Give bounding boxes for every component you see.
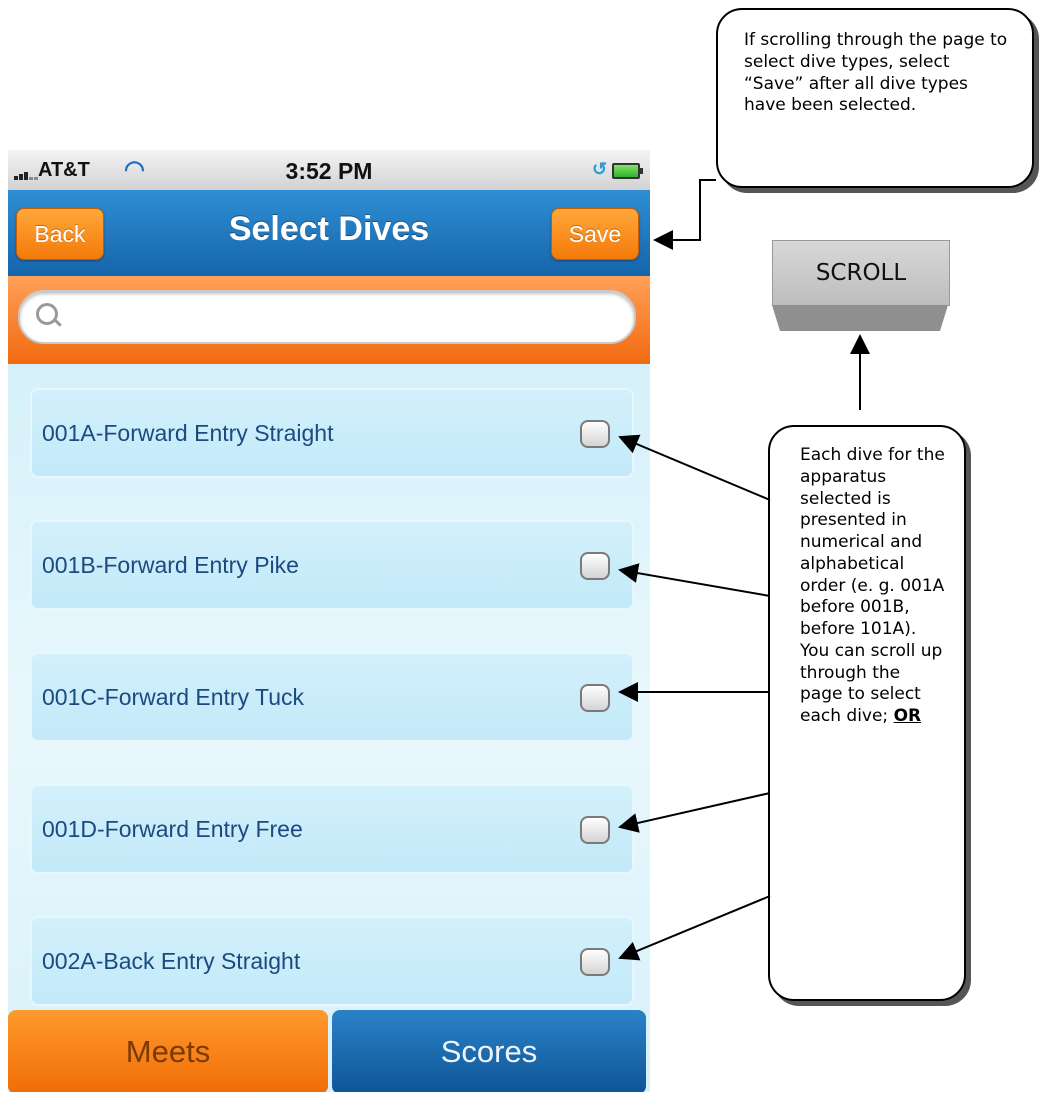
save-callout-text: If scrolling through the page to select … <box>744 30 1008 116</box>
dive-checkbox[interactable] <box>580 816 610 844</box>
scroll-label: SCROLL <box>772 240 950 306</box>
save-arrow <box>653 179 716 250</box>
dive-row[interactable]: 001A-Forward Entry Straight <box>30 388 634 478</box>
search-input[interactable] <box>70 300 614 334</box>
search-bar <box>8 276 650 364</box>
navigation-bar: Back Select Dives Save <box>8 190 650 276</box>
battery-icon <box>612 163 643 179</box>
scroll-callout-emphasis: OR <box>893 706 922 726</box>
dive-row[interactable]: 001C-Forward Entry Tuck <box>30 652 634 742</box>
phone-screen: AT&T ◠ 3:52 PM ↺ Back Select Dives Save … <box>8 150 650 1092</box>
dive-row[interactable]: 001D-Forward Entry Free <box>30 784 634 874</box>
dive-row[interactable]: 002A-Back Entry Straight <box>30 916 634 1006</box>
tab-scores[interactable]: Scores <box>332 1010 646 1092</box>
scroll-callout: Each dive for the apparatus selected is … <box>768 425 966 1001</box>
search-field[interactable] <box>18 290 636 344</box>
dive-row[interactable]: 001B-Forward Entry Pike <box>30 520 634 610</box>
dive-checkbox[interactable] <box>580 948 610 976</box>
dive-checkbox[interactable] <box>580 684 610 712</box>
save-button[interactable]: Save <box>551 208 639 260</box>
status-time: 3:52 PM <box>285 158 373 184</box>
scroll-bevel <box>772 305 948 331</box>
status-bar: AT&T ◠ 3:52 PM ↺ <box>8 150 650 190</box>
sync-icon: ↺ <box>592 159 608 179</box>
scroll-callout-body: Each dive for the apparatus selected is … <box>770 427 964 728</box>
scroll-callout-text: Each dive for the apparatus selected is … <box>800 445 945 726</box>
save-callout: If scrolling through the page to select … <box>716 8 1034 188</box>
dive-checkbox[interactable] <box>580 552 610 580</box>
dive-label: 001C-Forward Entry Tuck <box>42 684 305 710</box>
dive-label: 001B-Forward Entry Pike <box>42 552 299 578</box>
search-icon <box>36 303 58 325</box>
dive-label: 001D-Forward Entry Free <box>42 816 303 842</box>
dive-checkbox[interactable] <box>580 420 610 448</box>
dive-label: 001A-Forward Entry Straight <box>42 420 334 446</box>
dive-label: 002A-Back Entry Straight <box>42 948 301 974</box>
tab-bar: Meets Scores <box>8 1010 650 1092</box>
tab-meets[interactable]: Meets <box>8 1010 328 1092</box>
